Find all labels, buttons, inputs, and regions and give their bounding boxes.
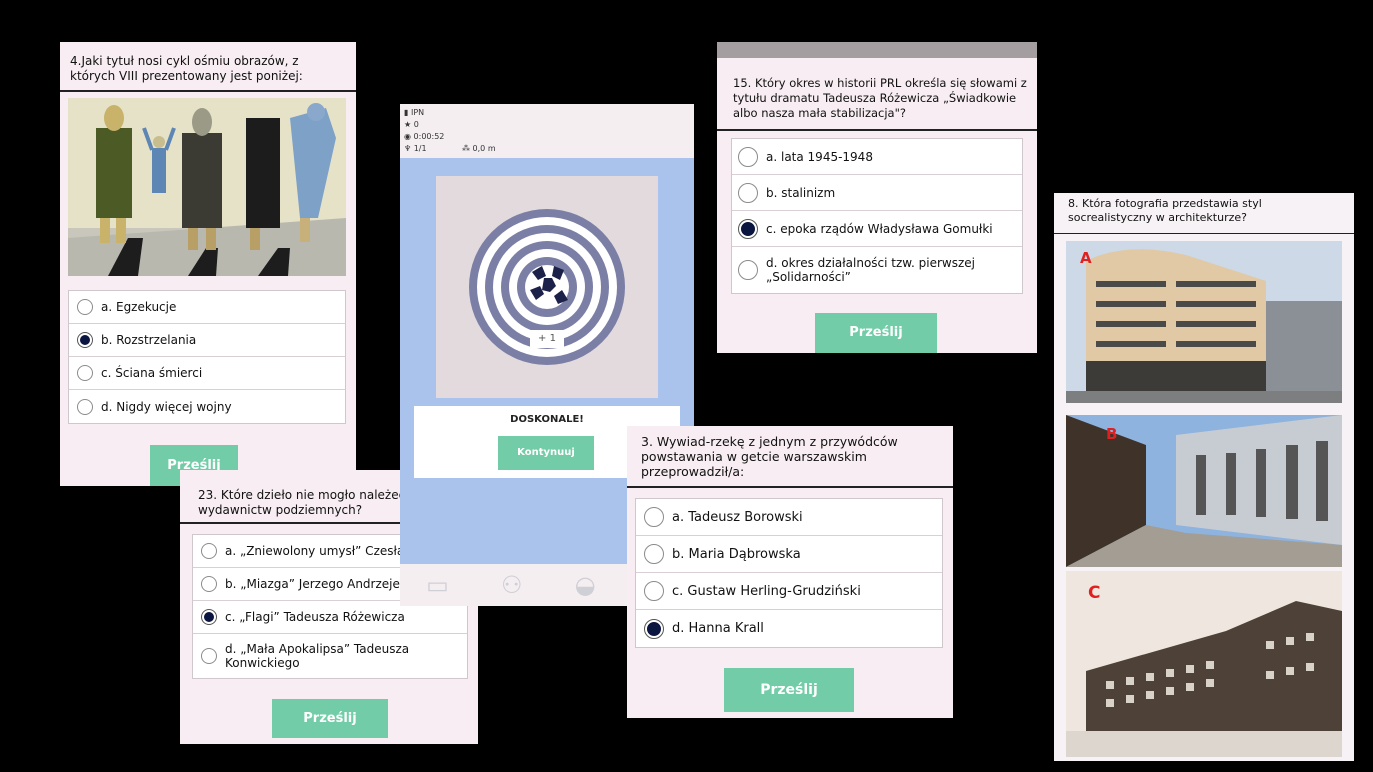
- divider: [717, 129, 1037, 131]
- answer-label: a. Egzekucje: [101, 300, 177, 314]
- building-a-icon: [1066, 241, 1342, 403]
- answer-label: c. „Flagi” Tadeusza Różewicza: [225, 610, 405, 624]
- answer-label: a. „Zniewolony umysł” Czesław: [225, 544, 415, 558]
- radio-b[interactable]: [644, 544, 664, 564]
- answer-label: c. Gustaw Herling-Grudziński: [672, 583, 861, 599]
- stat-progress-value: 1/1: [413, 144, 427, 153]
- person-icon: ▮: [404, 108, 409, 117]
- question-text: 8. Która fotografia przedstawia styl soc…: [1068, 197, 1262, 224]
- answer-label: a. Tadeusz Borowski: [672, 509, 803, 525]
- answer-option-b[interactable]: b. Rozstrzelania: [69, 324, 345, 357]
- divider: [1054, 233, 1354, 234]
- answer-option-a[interactable]: a. Tadeusz Borowski: [636, 499, 942, 536]
- photo-c-label: C: [1088, 583, 1101, 603]
- card-header-bar: [717, 42, 1037, 58]
- painting-figures-icon: [68, 98, 346, 276]
- quiz-card-ghetto: 3. Wywiad-rzekę z jednym z przywódców po…: [627, 426, 953, 718]
- photo-c[interactable]: C: [1066, 571, 1342, 757]
- radio-b[interactable]: [201, 576, 217, 592]
- quiz-card-painting: 4.Jaki tytuł nosi cykl ośmiu obrazów, z …: [60, 42, 356, 486]
- radio-d[interactable]: [201, 648, 217, 664]
- radio-a[interactable]: [201, 543, 217, 559]
- game-board[interactable]: + 1: [436, 176, 658, 398]
- radio-a[interactable]: [77, 299, 93, 315]
- trophy-icon: ♆: [404, 144, 412, 153]
- stat-distance-value: 0,0 m: [472, 144, 496, 153]
- radio-c[interactable]: [644, 581, 664, 601]
- answer-label: d. okres działalności tzw. pierwszej „So…: [766, 256, 975, 284]
- answer-option-c[interactable]: c. epoka rządów Władysława Gomułki: [732, 211, 1022, 247]
- answer-option-d[interactable]: d. Nigdy więcej wojny: [69, 390, 345, 423]
- stat-score-value: 0: [413, 120, 419, 129]
- stat-progress: ♆ 1/1: [404, 144, 427, 153]
- answer-option-c[interactable]: c. Gustaw Herling-Grudziński: [636, 573, 942, 610]
- radio-a[interactable]: [738, 146, 758, 167]
- chat-icon[interactable]: ◒: [575, 571, 596, 599]
- painting-image: [68, 98, 346, 276]
- answer-list: a. Tadeusz Borowski b. Maria Dąbrowska c…: [635, 498, 943, 648]
- radio-b[interactable]: [738, 182, 758, 203]
- continue-button[interactable]: Kontynuuj: [498, 436, 594, 470]
- answer-list: a. lata 1945-1948 b. stalinizm c. epoka …: [731, 138, 1023, 294]
- star-icon: ★: [404, 120, 412, 129]
- photo-b[interactable]: B: [1066, 415, 1342, 567]
- radio-b[interactable]: [77, 332, 93, 348]
- answer-option-a[interactable]: a. Egzekucje: [69, 291, 345, 324]
- stat-time: ◉ 0:00:52: [404, 132, 444, 141]
- clock-icon: ◉: [404, 132, 411, 141]
- question-text: 15. Który okres w historii PRL określa s…: [733, 76, 1027, 120]
- radio-d[interactable]: [738, 260, 758, 280]
- radio-d[interactable]: [77, 398, 93, 415]
- answer-option-a[interactable]: a. lata 1945-1948: [732, 139, 1022, 175]
- submit-button[interactable]: Prześlij: [724, 668, 854, 712]
- answer-option-b[interactable]: b. Maria Dąbrowska: [636, 536, 942, 573]
- stat-time-value: 0:00:52: [413, 132, 445, 141]
- photo-a[interactable]: A: [1066, 241, 1342, 403]
- divider: [60, 90, 356, 92]
- points-label: + 1: [538, 333, 556, 344]
- answer-label: b. Maria Dąbrowska: [672, 546, 801, 562]
- radio-a[interactable]: [644, 507, 664, 527]
- stat-user-value: IPN: [410, 108, 425, 117]
- question-text: 3. Wywiad-rzekę z jednym z przywódców po…: [641, 434, 898, 479]
- stat-user: ▮ IPN: [404, 108, 424, 117]
- submit-button[interactable]: Prześlij: [272, 699, 388, 738]
- stat-distance: ⁂ 0,0 m: [462, 144, 496, 153]
- answer-option-c[interactable]: c. Ściana śmierci: [69, 357, 345, 390]
- answer-option-d[interactable]: d. Hanna Krall: [636, 610, 942, 647]
- briefcase-icon[interactable]: ▭: [426, 571, 449, 599]
- result-title: DOSKONALE!: [510, 414, 584, 425]
- answer-label: d. „Mała Apokalipsa” Tadeusza Konwickieg…: [225, 642, 410, 670]
- quiz-card-architecture: 8. Która fotografia przedstawia styl soc…: [1054, 193, 1354, 761]
- answer-label: b. „Miazga” Jerzego Andrzejew: [225, 577, 410, 591]
- quiz-card-prl: 15. Który okres w historii PRL określa s…: [717, 42, 1037, 353]
- radio-d[interactable]: [644, 618, 664, 639]
- answer-label: d. Nigdy więcej wojny: [101, 399, 232, 414]
- answer-list: a. Egzekucje b. Rozstrzelania c. Ściana …: [68, 290, 346, 424]
- footsteps-icon: ⁂: [462, 144, 470, 153]
- people-icon[interactable]: ⚇: [501, 571, 523, 599]
- photo-a-label: A: [1080, 249, 1092, 267]
- question-text: 4.Jaki tytuł nosi cykl ośmiu obrazów, z …: [70, 54, 303, 83]
- answer-label: b. Rozstrzelania: [101, 333, 197, 347]
- divider: [627, 486, 953, 488]
- answer-label: b. stalinizm: [766, 185, 836, 200]
- answer-label: a. lata 1945-1948: [766, 149, 873, 164]
- submit-button[interactable]: Prześlij: [815, 313, 937, 353]
- answer-label: c. epoka rządów Władysława Gomułki: [766, 221, 993, 236]
- answer-label: c. Ściana śmierci: [101, 366, 203, 380]
- radio-c[interactable]: [77, 365, 93, 381]
- stat-score: ★ 0: [404, 120, 419, 129]
- answer-option-d[interactable]: d. okres działalności tzw. pierwszej „So…: [732, 247, 1022, 293]
- radio-c[interactable]: [201, 609, 217, 625]
- photo-b-label: B: [1106, 425, 1118, 443]
- answer-label: d. Hanna Krall: [672, 621, 764, 636]
- building-c-icon: [1066, 571, 1342, 757]
- stats-panel: ▮ IPN ★ 0 ◉ 0:00:52 ♆ 1/1 ⁂ 0,0 m: [400, 104, 694, 158]
- answer-option-b[interactable]: b. stalinizm: [732, 175, 1022, 211]
- radio-c[interactable]: [738, 218, 758, 239]
- target-icon: [469, 209, 625, 365]
- answer-option-d[interactable]: d. „Mała Apokalipsa” Tadeusza Konwickieg…: [193, 634, 467, 678]
